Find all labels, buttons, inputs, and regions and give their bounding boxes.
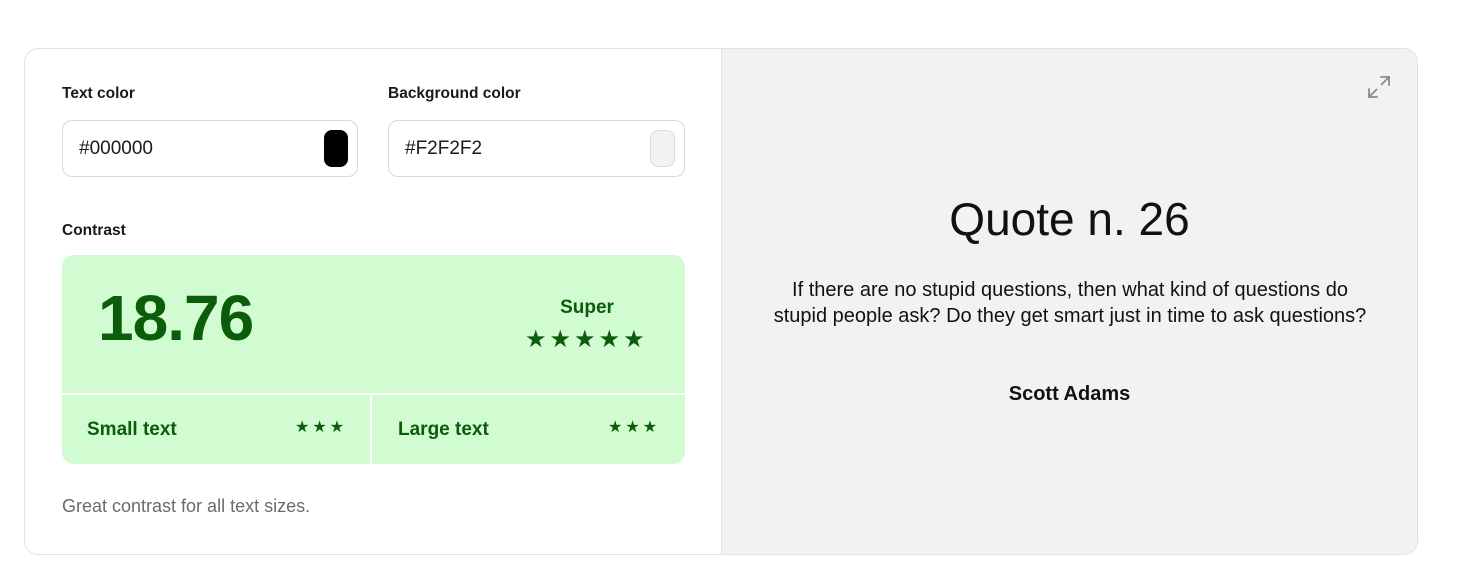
small-text-cell: Small text (87, 395, 177, 464)
star-icon: ★ (642, 419, 658, 436)
star-icon: ★ (574, 326, 596, 353)
star-icon: ★ (623, 326, 645, 353)
quote-author: Scott Adams (1008, 383, 1131, 405)
large-text-stars: ★ ★ ★ (608, 420, 657, 436)
preview-panel: Quote n. 26 If there are no stupid quest… (722, 49, 1417, 554)
star-icon: ★ (549, 326, 572, 353)
star-icon: ★ (329, 419, 345, 436)
background-color-swatch[interactable] (650, 130, 675, 167)
background-color-field[interactable] (388, 120, 685, 177)
text-color-swatch[interactable] (324, 130, 348, 167)
star-icon: ★ (295, 419, 310, 436)
contrast-note: Great contrast for all text sizes. (62, 496, 311, 516)
text-color-input[interactable] (79, 137, 324, 160)
divider (370, 393, 372, 464)
large-text-label: Large text (398, 418, 489, 440)
star-icon: ★ (525, 326, 547, 353)
contrast-result-box: 18.76 Super ★ ★ ★ ★ ★ Small text ★ ★ ★ L… (62, 255, 685, 464)
expand-icon (1368, 76, 1390, 98)
contrast-ratio: 18.76 (98, 282, 254, 354)
small-text-label: Small text (87, 418, 177, 440)
star-icon: ★ (625, 419, 640, 436)
quote-text: If there are no stupid questions, then w… (773, 279, 1367, 327)
star-icon: ★ (598, 326, 621, 353)
large-text-cell: Large text (398, 395, 489, 464)
expand-button[interactable] (1365, 73, 1393, 101)
star-icon: ★ (608, 419, 623, 436)
rating-stars: ★ ★ ★ ★ ★ (525, 328, 645, 352)
background-color-label: Background color (388, 85, 521, 102)
controls-panel: Text color Background color Contrast 18.… (25, 49, 722, 554)
background-color-input[interactable] (405, 137, 650, 160)
quote-title: Quote n. 26 (949, 193, 1190, 245)
text-color-label: Text color (62, 85, 135, 102)
rating-label: Super (560, 297, 614, 318)
text-color-field[interactable] (62, 120, 358, 177)
small-text-stars: ★ ★ ★ (295, 420, 344, 436)
star-icon: ★ (312, 419, 327, 436)
contrast-checker-card: Text color Background color Contrast 18.… (24, 48, 1418, 555)
contrast-label: Contrast (62, 222, 126, 239)
